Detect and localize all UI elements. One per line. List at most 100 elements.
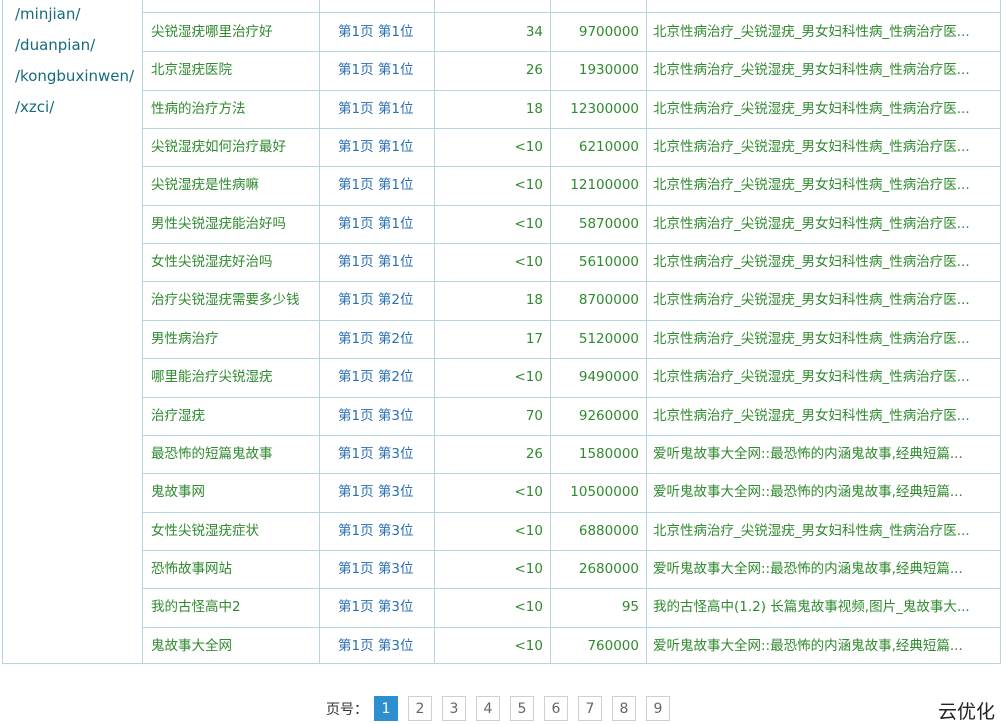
watermark-text: 云优化 [938,701,996,723]
rank-cell: 第1页 第3位 [338,638,414,654]
rank-cell: 第1页 第3位 [338,561,414,577]
index-cell: 26 [525,446,543,462]
keyword-link[interactable]: 治疗尖锐湿疣需要多少钱 [151,281,319,319]
page-button-2[interactable]: 2 [408,696,432,721]
table-row: 尖锐湿疣如何治疗最好 第1页 第1位 <10 6210000 北京性病治疗_尖锐湿疣_男… [143,128,1001,166]
page-button-6[interactable]: 6 [544,696,568,721]
keyword-link[interactable]: 最恐怖的短篇鬼故事 [151,435,319,473]
keyword-link[interactable]: 北京湿疣医院 [151,51,319,89]
volume-cell: 12300000 [570,101,639,117]
index-cell: <10 [514,638,544,654]
rank-cell: 第1页 第3位 [338,446,414,462]
sidebar-path-link[interactable]: /minjian/ [15,4,80,24]
page-title-link[interactable]: 爱听鬼故事大全网::最恐怖的内涵鬼故事,经典短篇... [653,435,993,473]
volume-cell: 9700000 [578,24,639,40]
page-title-link[interactable]: 北京性病治疗_尖锐湿疣_男女妇科性病_性病治疗医... [653,166,993,204]
page-title-link[interactable]: 北京性病治疗_尖锐湿疣_男女妇科性病_性病治疗医... [653,128,993,166]
page-button-9[interactable]: 9 [646,696,670,721]
volume-cell: 6880000 [578,523,639,539]
rank-cell: 第1页 第2位 [338,292,414,308]
table-row: 治疗湿疣 第1页 第3位 70 9260000 北京性病治疗_尖锐湿疣_男女妇科性病_性… [143,397,1001,435]
page-button-1[interactable]: 1 [374,696,398,721]
volume-cell: 5120000 [578,331,639,347]
table-row: 治疗尖锐湿疣需要多少钱 第1页 第2位 18 8700000 北京性病治疗_尖锐湿疣_男… [143,281,1001,319]
page-button-7[interactable]: 7 [578,696,602,721]
page-button-4[interactable]: 4 [476,696,500,721]
rank-cell: 第1页 第3位 [338,484,414,500]
index-cell: 26 [525,62,543,78]
index-cell: <10 [514,139,544,155]
rank-cell: 第1页 第1位 [338,24,414,40]
volume-cell: 5610000 [578,254,639,270]
keyword-link[interactable]: 哪里能治疗尖锐湿疣 [151,358,319,396]
table-row: 女性尖锐湿疣好治吗 第1页 第1位 <10 5610000 北京性病治疗_尖锐湿疣_男女… [143,243,1001,281]
index-cell: 18 [525,101,543,117]
index-cell: <10 [514,599,544,615]
page-title-link[interactable]: 北京性病治疗_尖锐湿疣_男女妇科性病_性病治疗医... [653,320,993,358]
pagination-label: 页号： [326,701,368,718]
keyword-link[interactable]: 鬼故事大全网 [151,627,319,665]
volume-cell: 1580000 [578,446,639,462]
index-cell: <10 [514,523,544,539]
keyword-link[interactable]: 女性尖锐湿疣症状 [151,512,319,550]
keyword-link[interactable]: 男性病治疗 [151,320,319,358]
page-title-link[interactable]: 北京性病治疗_尖锐湿疣_男女妇科性病_性病治疗医... [653,281,993,319]
volume-cell: 760000 [587,638,639,654]
page-title-link[interactable]: 我的古怪高中(1.2) 长篇鬼故事视频,图片_鬼故事大... [653,588,993,626]
keyword-link[interactable]: 男性尖锐湿疣能治好吗 [151,205,319,243]
volume-cell: 10500000 [570,484,639,500]
volume-cell: 2680000 [578,561,639,577]
page-title-link[interactable]: 北京性病治疗_尖锐湿疣_男女妇科性病_性病治疗医... [653,243,993,281]
keyword-link[interactable]: 我的古怪高中2 [151,588,319,626]
sidebar-path-link[interactable]: /duanpian/ [15,35,95,55]
keyword-link[interactable]: 尖锐湿疣如何治疗最好 [151,128,319,166]
page-title-link[interactable]: 北京性病治疗_尖锐湿疣_男女妇科性病_性病治疗医... [653,397,993,435]
keyword-link[interactable]: 尖锐湿疣哪里治疗好 [151,13,319,51]
volume-cell: 9260000 [578,408,639,424]
index-cell: 34 [525,24,543,40]
sidebar-path-link[interactable]: /xzci/ [15,97,54,117]
volume-cell: 9490000 [578,369,639,385]
page-title-link[interactable]: 爱听鬼故事大全网::最恐怖的内涵鬼故事,经典短篇... [653,473,993,511]
index-cell: <10 [514,216,544,232]
rank-cell: 第1页 第3位 [338,599,414,615]
page-title-link[interactable]: 北京性病治疗_尖锐湿疣_男女妇科性病_性病治疗医... [653,51,993,89]
page-title-link[interactable]: 爱听鬼故事大全网::最恐怖的内涵鬼故事,经典短篇... [653,550,993,588]
rank-cell: 第1页 第1位 [338,254,414,270]
page-title-link[interactable]: 北京性病治疗_尖锐湿疣_男女妇科性病_性病治疗医... [653,358,993,396]
table-row: 鬼故事大全网 第1页 第3位 <10 760000 爱听鬼故事大全网::最恐怖的内涵鬼故… [143,627,1001,665]
volume-cell: 6210000 [578,139,639,155]
page-title-link[interactable]: 北京性病治疗_尖锐湿疣_男女妇科性病_性病治疗医... [653,512,993,550]
keyword-link[interactable]: 性病的治疗方法 [151,90,319,128]
pagination: 页号： 123456789 [326,695,680,722]
volume-cell: 5870000 [578,216,639,232]
index-cell: 17 [525,331,543,347]
table-row: 性病的治疗方法 第1页 第1位 18 12300000 北京性病治疗_尖锐湿疣_男女妇科… [143,90,1001,128]
table-row: 女性尖锐湿疣症状 第1页 第3位 <10 6880000 北京性病治疗_尖锐湿疣_男女妇… [143,512,1001,550]
table-row: 鬼故事网 第1页 第3位 <10 10500000 爱听鬼故事大全网::最恐怖的内涵鬼故… [143,473,1001,511]
index-cell: <10 [514,561,544,577]
volume-cell: 8700000 [578,292,639,308]
keyword-link[interactable]: 恐怖故事网站 [151,550,319,588]
keyword-link[interactable]: 治疗湿疣 [151,397,319,435]
rank-cell: 第1页 第3位 [338,408,414,424]
table-row: 恐怖故事网站 第1页 第3位 <10 2680000 爱听鬼故事大全网::最恐怖的内涵鬼… [143,550,1001,588]
index-cell: 70 [525,408,543,424]
page-title-link[interactable]: 爱听鬼故事大全网::最恐怖的内涵鬼故事,经典短篇... [653,627,993,665]
rank-cell: 第1页 第2位 [338,369,414,385]
index-cell: <10 [514,177,544,193]
page-button-3[interactable]: 3 [442,696,466,721]
keyword-link[interactable]: 尖锐湿疣是性病嘛 [151,166,319,204]
keyword-link[interactable]: 女性尖锐湿疣好治吗 [151,243,319,281]
keyword-link[interactable]: 鬼故事网 [151,473,319,511]
page-button-8[interactable]: 8 [612,696,636,721]
rank-cell: 第1页 第1位 [338,177,414,193]
page-title-link[interactable]: 北京性病治疗_尖锐湿疣_男女妇科性病_性病治疗医... [653,205,993,243]
rank-cell: 第1页 第1位 [338,216,414,232]
sidebar-path-link[interactable]: /kongbuxinwen/ [15,66,134,86]
page-title-link[interactable]: 北京性病治疗_尖锐湿疣_男女妇科性病_性病治疗医... [653,13,993,51]
page-button-5[interactable]: 5 [510,696,534,721]
rank-cell: 第1页 第1位 [338,101,414,117]
page-title-link[interactable]: 北京性病治疗_尖锐湿疣_男女妇科性病_性病治疗医... [653,90,993,128]
volume-cell: 12100000 [570,177,639,193]
